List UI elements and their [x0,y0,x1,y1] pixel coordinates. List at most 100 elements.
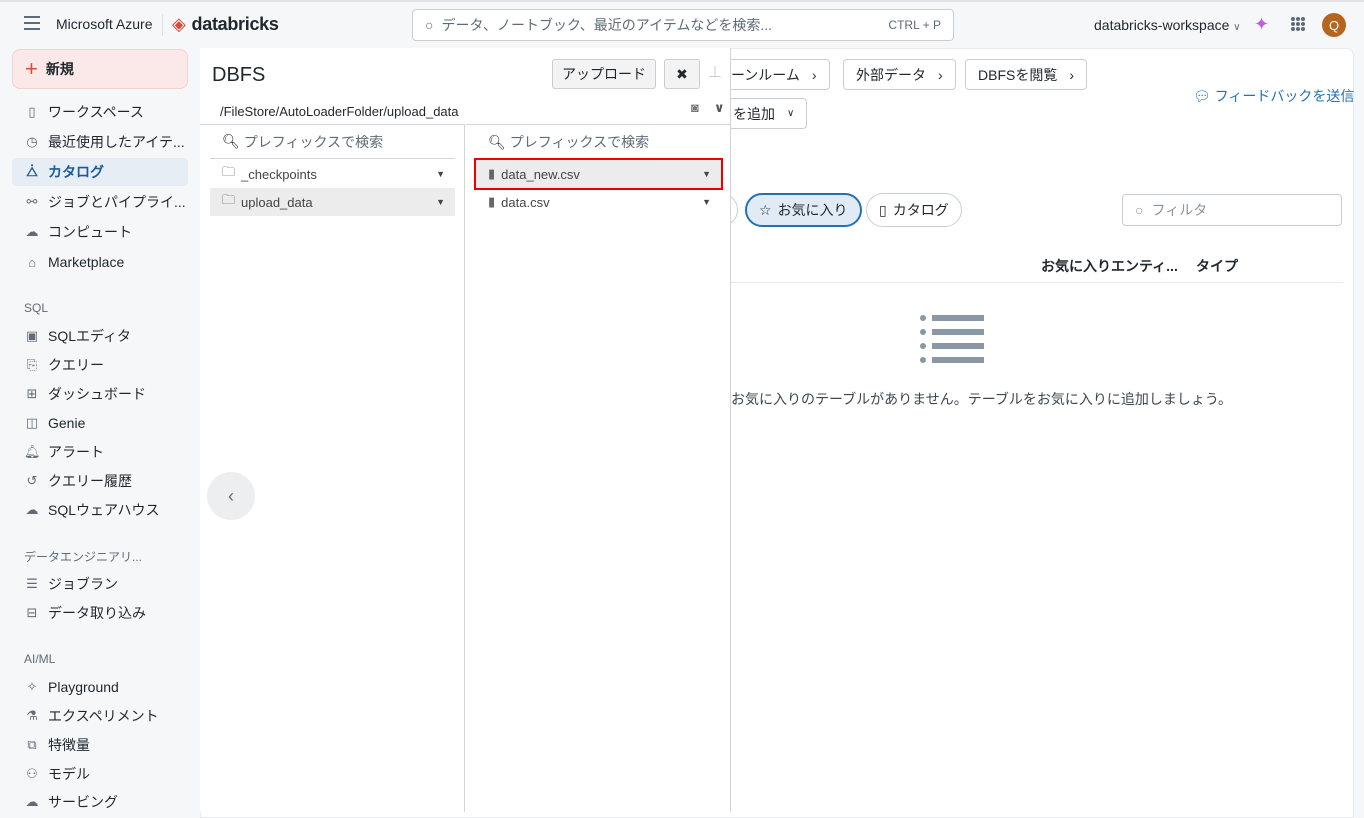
column-header-entity[interactable]: お気に入りエンティ... [1041,256,1178,276]
sidebar-item-experiments[interactable]: ⚗ エクスペリメント [12,702,188,730]
prefix-search-input[interactable]: 🔍︎ プレフィックスで検索 [210,125,455,159]
file-item[interactable]: ▮ data_new.csv ▼ [474,158,723,190]
chevron-left-icon: ‹ [228,485,234,506]
chevron-down-icon: ∨ [787,108,795,119]
menu-icon[interactable] [24,16,40,30]
sidebar-item-catalog[interactable]: ⧊ カタログ [12,158,188,186]
caret-down-icon[interactable]: ▼ [702,197,711,207]
terminal-icon: ▣ [25,328,39,343]
chat-icon: 💬︎ [1193,88,1211,104]
sidebar-item-marketplace[interactable]: ⌂ Marketplace [12,248,188,276]
sidebar-item-features[interactable]: ⧉ 特徴量 [12,731,188,759]
folder-item[interactable]: 🗀 _checkpoints ▼ [210,160,455,188]
store-icon: ⌂ [28,254,36,270]
sidebar-item-models[interactable]: ⚇ モデル [12,760,188,788]
models-icon: ⚇ [26,766,38,781]
history-icon: ↺ [26,473,38,488]
databricks-logo-icon: ◈ [172,14,186,34]
sidebar-item-jobs[interactable]: ⚯ ジョブとパイプライ... [12,188,188,216]
divider [162,14,163,36]
plus-icon: + [25,56,38,81]
sidebar-item-dashboards[interactable]: ⊞ ダッシュボード [12,380,188,408]
workspace-switcher[interactable]: databricks-workspace ∨ [1094,17,1241,33]
ingest-icon: ⊟ [26,605,38,620]
new-button[interactable]: + 新規 [12,49,188,89]
chevron-right-icon: › [938,66,943,83]
sidebar-item-genie[interactable]: ◫ Genie [12,409,188,437]
sidebar-item-sql-warehouses[interactable]: ☁ SQLウェアハウス [12,496,188,524]
sidebar-item-workspace[interactable]: ▯ ワークスペース [12,98,188,126]
search-icon: ○ [425,17,434,33]
assistant-sparkle-icon[interactable]: ✦ [1254,14,1269,35]
star-icon: ☆ [759,201,772,218]
genie-icon: ◫ [25,415,39,430]
cloud-icon: ☁ [25,224,39,239]
bell-icon: 🔔︎ [24,444,41,459]
avatar[interactable]: Q [1322,13,1346,37]
search-icon: 🔍︎ [222,133,240,149]
file-icon: ▮ [488,166,496,181]
sidebar-item-sql-editor[interactable]: ▣ SQLエディタ [12,322,188,350]
folder-item[interactable]: 🗀 upload_data ▼ [210,188,455,216]
flask-icon: ⚗ [26,708,38,723]
filter-input[interactable]: ○ フィルタ [1122,194,1342,226]
column-header-type[interactable]: タイプ [1196,256,1238,276]
stop-icon[interactable]: ◙ [691,100,699,115]
workspace-icon: ▯ [28,104,36,119]
caret-down-icon[interactable]: ▼ [436,169,445,179]
sparkle-icon: ✧ [26,679,38,694]
global-search-input[interactable]: ○ データ、ノートブック、最近のアイテムなどを検索... CTRL + P [412,9,954,41]
empty-list-icon [920,315,984,363]
sidebar-item-query-history[interactable]: ↺ クエリー履歴 [12,467,188,495]
add-data-button[interactable]: を追加 ∨ [720,98,808,129]
upload-button[interactable]: アップロード [552,59,656,89]
file-icon: ▮ [488,194,496,209]
dbfs-browser-modal: DBFS アップロード ✖ ⊥ /FileStore/AutoLoaderFol… [200,48,731,812]
folder-icon: 🗀 [222,164,236,179]
prefix-search-input[interactable]: 🔍︎ プレフィックスで検索 [476,125,721,159]
chevron-right-icon: › [1069,66,1075,83]
dashboard-icon: ⊞ [26,386,38,401]
section-data-engineering: データエンジニアリ... [24,550,143,564]
shortcut-hint: CTRL + P [888,18,941,32]
databricks-logo[interactable]: ◈ databricks [172,14,279,35]
sidebar-item-recents[interactable]: ◷ 最近使用したアイテ... [12,128,188,156]
search-icon: ○ [1135,202,1144,218]
current-path: /FileStore/AutoLoaderFolder/upload_data [220,104,459,119]
features-icon: ⧉ [27,737,37,752]
sidebar-item-job-runs[interactable]: ☰ ジョブラン [12,570,188,598]
modal-title: DBFS [212,64,266,86]
close-button[interactable]: ✖ [664,59,700,89]
sidebar-item-compute[interactable]: ☁ コンピュート [12,218,188,246]
pin-icon[interactable]: ⊥ [708,62,722,82]
close-icon: ✖ [676,65,688,82]
sidebar-item-queries[interactable]: ⎘ クエリー [12,351,188,379]
serving-icon: ☁ [25,794,39,809]
search-icon: 🔍︎ [488,133,506,150]
sidebar-item-alerts[interactable]: 🔔︎ アラート [12,438,188,466]
feedback-link[interactable]: 💬︎ フィードバックを送信 [1193,86,1354,106]
divider [731,282,1343,283]
section-sql: SQL [24,301,49,315]
folder-column: 🔍︎ プレフィックスで検索 🗀 _checkpoints ▼ 🗀 upload_data… [200,124,465,812]
catalog-icon: ⧊ [26,164,38,179]
workflow-icon: ⚯ [26,194,38,209]
section-ai-ml: AI/ML [24,652,56,666]
sidebar-item-data-ingestion[interactable]: ⊟ データ取り込み [12,599,188,627]
browse-dbfs-button[interactable]: DBFSを閲覧 › [965,59,1088,90]
caret-down-icon[interactable]: ▼ [436,197,445,207]
chevron-right-icon: › [811,66,817,83]
warehouse-icon: ☁ [25,502,39,517]
apps-grid-icon[interactable] [1291,17,1305,31]
chevron-down-icon[interactable]: ∨ [714,100,725,116]
chip-favorites[interactable]: ☆ お気に入り [745,193,862,227]
back-button[interactable]: ‹ [207,472,255,520]
folder-icon: 🗀 [222,192,236,207]
file-item[interactable]: ▮ data.csv ▼ [476,188,721,216]
caret-down-icon[interactable]: ▼ [702,169,711,179]
clean-room-button[interactable]: ーンルーム › [718,59,830,90]
chevron-down-icon: ∨ [1233,22,1241,33]
sidebar-item-playground[interactable]: ✧ Playground [12,673,188,701]
external-data-button[interactable]: 外部データ › [843,59,956,90]
chip-catalog[interactable]: ▯ カタログ [866,193,962,227]
